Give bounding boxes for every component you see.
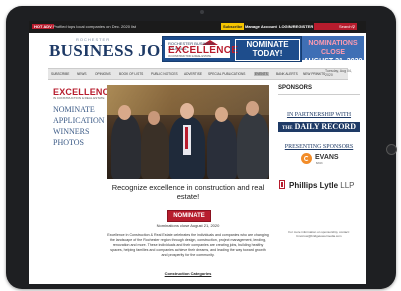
search-icon[interactable]: ⚲ (352, 23, 355, 30)
home-button[interactable] (386, 144, 397, 155)
banner-excellence-logo: ROCHESTER BUSINESS JOURNAL EXCELLENCE IN… (165, 40, 238, 58)
sidebar-menu: NOMINATE APPLICATION WINNERS PHOTOS (53, 104, 105, 148)
sidebar-item-photos[interactable]: PHOTOS (53, 137, 105, 148)
sidebar-item-application[interactable]: APPLICATION (53, 115, 105, 126)
evans-logo-icon (301, 153, 312, 164)
nav-item-subscribe[interactable]: SUBSCRIBE (51, 72, 69, 76)
excellence-banner[interactable]: ROCHESTER BUSINESS JOURNAL EXCELLENCE IN… (162, 36, 302, 62)
construction-categories-link[interactable]: Construction Categories (107, 271, 269, 276)
subscribe-button[interactable]: Subscribe (221, 23, 245, 30)
nominations-close-text: Nominations close August 21, 2020 (156, 223, 220, 228)
camera-icon (200, 10, 204, 14)
presenting-sponsors-heading: PRESENTING SPONSORS (284, 144, 354, 150)
nav-item-opinions[interactable]: OPINIONS (95, 72, 111, 76)
divider (278, 94, 360, 95)
event-photo (107, 85, 269, 179)
top-news-link[interactable]: Profiled tops local companies on Dec. 20… (53, 24, 136, 29)
nominate-button[interactable]: NOMINATE (167, 210, 211, 222)
nav-item-advertise[interactable]: ADVERTISE (184, 72, 202, 76)
nav-item-book-of-lists[interactable]: BOOK OF LISTS (119, 72, 143, 76)
daily-record-logo[interactable]: THE DAILY RECORD (278, 122, 360, 132)
sidebar-logo-sub: IN CONSTRUCTION & REAL ESTATE (53, 96, 105, 100)
phillips-lytle-icon (279, 180, 285, 189)
nav-item-bank-alerts[interactable]: BANK ALERTS (276, 72, 298, 76)
top-tag: HOT ADV (32, 24, 54, 29)
sidebar-item-winners[interactable]: WINNERS (53, 126, 105, 137)
nav-item-public-notices[interactable]: PUBLIC NOTICES (151, 72, 178, 76)
top-bar: HOT ADV Profiled tops local companies on… (29, 21, 366, 33)
sponsors-heading: SPONSORS (278, 85, 313, 91)
sidebar-item-nominate[interactable]: NOMINATE (53, 104, 105, 115)
evans-logo-sub: BANK (316, 162, 323, 165)
nav-item-special-publications[interactable]: SPECIAL PUBLICATIONS (208, 72, 245, 76)
description-paragraph: Excellence in Construction & Real Estate… (107, 233, 269, 257)
search-input[interactable]: Search... ⚲ (314, 23, 357, 30)
manage-account-link[interactable]: Manage Account (245, 24, 277, 29)
main-nav: SUBSCRIBE NEWS OPINIONS BOOK OF LISTS PU… (48, 68, 348, 80)
banner-nominate-button[interactable]: NOMINATE TODAY! (235, 39, 300, 61)
nav-item-events[interactable]: EVENTS (254, 72, 269, 76)
main-caption: Recognize excellence in construction and… (111, 183, 265, 201)
nav-date: Tuesday, Aug 04, 2020 (325, 69, 352, 77)
login-register-link[interactable]: LOGIN/REGISTER (279, 24, 313, 29)
nominations-close-banner[interactable]: NOMINATIONS CLOSE AUGUST 21, 2020 (302, 36, 364, 65)
partnership-heading: IN PARTNERSHIP WITH (286, 112, 352, 118)
nav-item-new-prinkts[interactable]: NEW PRINKTS (303, 72, 325, 76)
site-header: ROCHESTER BUSINESS JOURNAL ROCHESTER BUS… (29, 33, 366, 65)
phillips-lytle-logo[interactable]: Phillips Lytle LLP (289, 181, 355, 190)
evans-logo[interactable]: EVANS (315, 154, 339, 161)
browser-screen: HOT ADV Profiled tops local companies on… (29, 21, 366, 284)
nav-item-news[interactable]: NEWS (77, 72, 87, 76)
sponsorship-contact: For more information on sponsorship, con… (288, 230, 350, 238)
